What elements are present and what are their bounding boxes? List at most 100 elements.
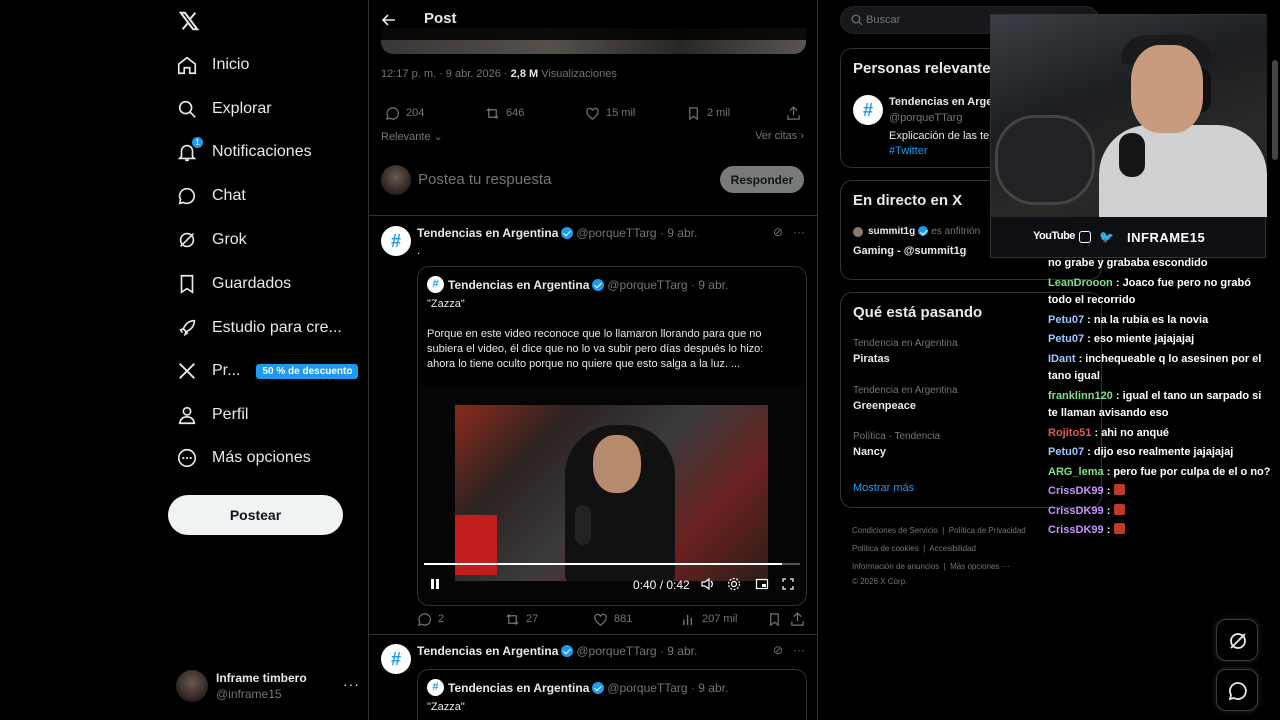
trend-item[interactable]: Tendencia en Argentina Piratas — [853, 338, 958, 365]
chat-message: Petu07 : dijo eso realmente jajajajaj — [1048, 444, 1273, 462]
chat-username: CrissDK99 — [1048, 524, 1104, 536]
author-handle[interactable]: @porqueTTarg · 9 abr. — [576, 226, 697, 240]
grok-fab-button[interactable] — [1216, 619, 1258, 661]
repost-button[interactable]: 646 — [485, 106, 524, 121]
trend-item[interactable]: Tendencia en Argentina Greenpeace — [853, 385, 958, 412]
reply-button[interactable]: 204 — [385, 106, 424, 121]
sort-dropdown[interactable]: Relevante ⌄ — [381, 131, 443, 143]
post-button[interactable]: Postear — [168, 495, 343, 535]
video-progress-bar[interactable] — [424, 563, 782, 565]
chat-text: : — [1106, 524, 1111, 536]
author-name[interactable]: Tendencias en Argentina — [417, 226, 558, 240]
repost-button[interactable]: 27 — [505, 612, 538, 627]
chat-message: franklinn120 : igual el tano un sarpado … — [1048, 388, 1273, 423]
chat-username: franklinn120 — [1048, 389, 1113, 402]
nav-item-explore[interactable]: Explorar — [176, 89, 272, 129]
nav-item-more-options[interactable]: Más opciones — [176, 438, 311, 478]
bio-hashtag-link[interactable]: #Twitter — [889, 145, 928, 157]
avatar[interactable]: # — [853, 95, 883, 125]
view-quotes-link[interactable]: Ver citas › — [755, 130, 804, 142]
back-arrow-icon[interactable] — [381, 12, 397, 28]
card-title: Qué está pasando — [853, 304, 983, 321]
footer-link[interactable]: Política de Privacidad — [949, 526, 1026, 535]
show-more-link[interactable]: Mostrar más — [853, 482, 914, 494]
live-stream-title[interactable]: Gaming - @summit1g — [853, 245, 966, 257]
nav-label: Perfil — [212, 406, 249, 423]
scrollbar[interactable] — [1272, 60, 1278, 160]
settings-gear-icon[interactable] — [727, 577, 741, 591]
trend-item[interactable]: Política · Tendencia Nancy — [853, 431, 940, 458]
quote-title: "Zazza" — [427, 701, 465, 713]
footer-link[interactable]: Información de anuncios — [852, 562, 939, 571]
like-button[interactable]: 15 mil — [585, 106, 635, 121]
search-icon — [176, 98, 198, 120]
footer-link[interactable]: Accesibilidad — [929, 544, 976, 553]
nav-item-profile[interactable]: Perfil — [176, 395, 248, 435]
nav-label: Pr... — [212, 362, 241, 379]
chat-text: : ahi no anqué — [1094, 426, 1170, 439]
reply-submit-button[interactable]: Responder — [720, 166, 804, 193]
author-name[interactable]: Tendencias en Argentina — [417, 644, 558, 658]
channel-brand: INFRAME15 — [1127, 230, 1206, 245]
picture-in-picture-icon[interactable] — [755, 577, 769, 591]
heart-icon — [594, 613, 607, 626]
quoted-tweet[interactable]: # Tendencias en Argentina @porqueTTarg · … — [417, 266, 807, 606]
more-icon[interactable]: ··· — [793, 643, 805, 657]
reply-input[interactable]: Postea tu respuesta — [418, 171, 551, 188]
avatar[interactable]: # — [381, 644, 411, 674]
reply-count: 204 — [406, 107, 425, 119]
grok-icon[interactable]: ⊘ — [773, 225, 783, 239]
chat-text: : na la rubia es la novia — [1087, 313, 1209, 326]
nav-item-chat[interactable]: Chat — [176, 176, 246, 216]
more-icon[interactable]: ··· — [343, 676, 360, 692]
card-title: Personas relevantes — [853, 60, 999, 77]
quote-author-handle: @porqueTTarg · 9 abr. — [607, 278, 729, 292]
post-timestamp[interactable]: 12:17 p. m. · 9 abr. 2026 · — [381, 68, 511, 80]
author-handle[interactable]: @porqueTTarg · 9 abr. — [576, 644, 697, 658]
chat-message: CrissDK99 : — [1048, 503, 1273, 521]
nav-item-home[interactable]: Inicio — [176, 45, 249, 85]
share-button[interactable] — [790, 611, 811, 627]
nav-item-grok[interactable]: Grok — [176, 220, 247, 260]
chat-text: : eso miente jajajajaj — [1087, 333, 1195, 345]
nav-item-premium[interactable]: Pr... 50 % de descuento — [176, 351, 359, 391]
avatar: # — [427, 679, 444, 696]
footer-link[interactable]: Condiciones de Servicio — [852, 526, 938, 535]
grok-icon[interactable]: ⊘ — [773, 643, 783, 657]
x-icon — [176, 360, 198, 382]
more-icon[interactable]: ··· — [793, 225, 805, 239]
footer-link[interactable]: Política de cookies — [852, 544, 919, 553]
nav-item-notifications[interactable]: 1 Notificaciones — [176, 132, 312, 172]
avatar[interactable]: # — [381, 226, 411, 256]
like-button[interactable]: 881 — [593, 612, 632, 627]
main-column: Post 12:17 p. m. · 9 abr. 2026 · 2,8 M V… — [368, 0, 818, 720]
bookmark-button[interactable] — [767, 612, 788, 627]
repost-count: 27 — [526, 613, 539, 625]
chat-text: : — [1106, 485, 1111, 497]
x-logo-icon[interactable] — [178, 10, 200, 32]
messages-fab-button[interactable] — [1216, 669, 1258, 711]
discount-badge: 50 % de descuento — [256, 363, 359, 379]
reply-button[interactable]: 2 — [417, 612, 444, 627]
avatar — [381, 165, 411, 195]
avatar: # — [427, 276, 444, 293]
fullscreen-icon[interactable] — [781, 577, 795, 591]
chat-username: Petu07 — [1048, 446, 1085, 458]
account-switcher[interactable]: Inframe timbero @inframe15 ··· — [176, 668, 366, 704]
views-button[interactable]: 207 mil — [681, 612, 737, 627]
emote-icon — [1114, 484, 1126, 495]
pause-icon[interactable] — [428, 577, 442, 591]
quoted-tweet[interactable]: # Tendencias en Argentina @porqueTTarg · … — [417, 669, 807, 720]
emote-icon — [1114, 523, 1126, 534]
nav-item-bookmarks[interactable]: Guardados — [176, 264, 291, 304]
video-player[interactable]: 0:40 / 0:42 — [418, 385, 806, 603]
nav-item-creator-studio[interactable]: Estudio para cre... — [176, 308, 342, 348]
footer-link[interactable]: Más opciones ··· — [950, 562, 1010, 571]
reply-icon — [417, 612, 431, 626]
bookmark-button[interactable]: 2 mil — [686, 106, 730, 121]
chat-username: Petu07 — [1048, 333, 1085, 345]
share-button[interactable] — [786, 105, 807, 121]
account-name: Inframe timbero — [216, 671, 307, 685]
nav-label: Explorar — [212, 100, 272, 117]
volume-icon[interactable] — [700, 577, 714, 591]
